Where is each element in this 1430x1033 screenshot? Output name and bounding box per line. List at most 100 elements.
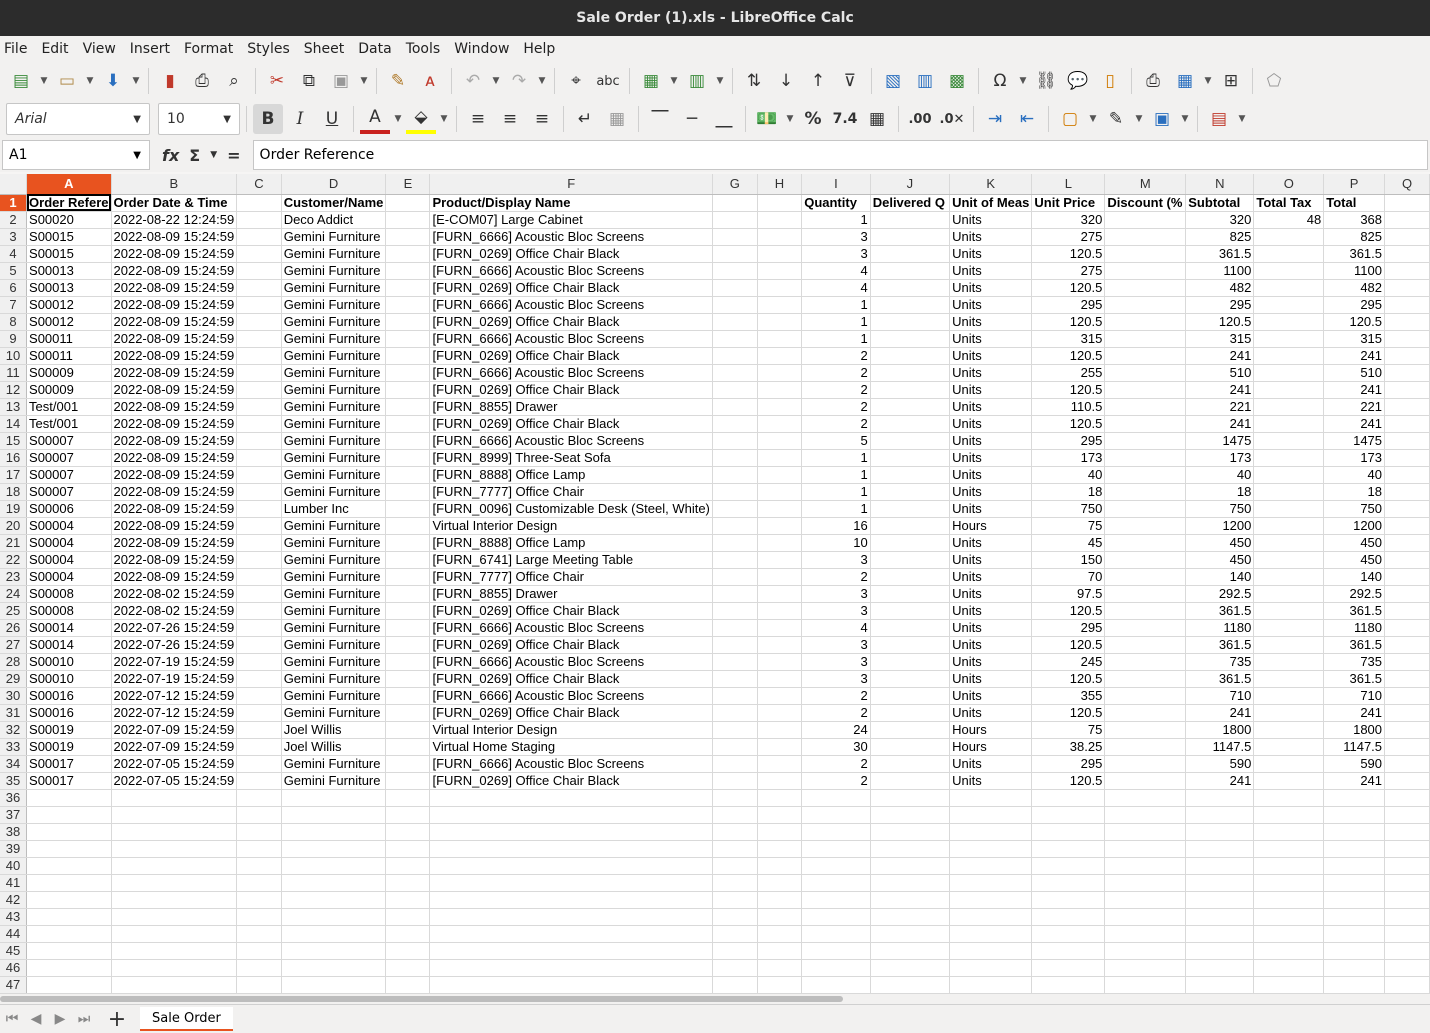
cell[interactable] [712,755,758,773]
cell[interactable]: 221 [1323,398,1386,416]
cell[interactable] [1323,908,1386,926]
cell[interactable]: Units [949,381,1033,399]
number-format-icon[interactable]: 7.4 [830,104,860,134]
cell[interactable] [757,874,803,892]
row-header[interactable]: 24 [0,585,28,603]
cell[interactable] [1104,364,1187,382]
cell[interactable] [385,755,431,773]
cell[interactable] [1104,772,1187,790]
cell[interactable] [757,296,803,314]
cell[interactable] [712,619,758,637]
cell[interactable] [1253,806,1325,824]
row-header[interactable]: 41 [0,874,28,892]
cell[interactable] [236,228,282,246]
cell[interactable]: 320 [1185,211,1255,229]
cell[interactable] [1253,313,1325,331]
cell[interactable] [1031,976,1106,994]
cell[interactable] [281,806,387,824]
cell[interactable] [429,959,713,977]
cell[interactable] [712,687,758,705]
cell[interactable] [236,211,282,229]
borders-dropdown-icon[interactable]: ▼ [1087,104,1099,134]
cell[interactable]: 2 [801,755,871,773]
cell[interactable] [1253,585,1325,603]
column-header-a[interactable]: A [26,174,112,195]
cell[interactable]: 120.5 [1031,381,1106,399]
align-center-icon[interactable]: ≡ [495,104,525,134]
column-dropdown-icon[interactable]: ▼ [714,66,726,96]
cell[interactable]: 315 [1031,330,1106,348]
cell[interactable] [1104,466,1187,484]
cell[interactable] [757,330,803,348]
cell[interactable] [870,636,951,654]
new-dropdown-icon[interactable]: ▼ [38,66,50,96]
cell[interactable] [385,925,431,943]
row-header[interactable]: 8 [0,313,28,331]
cell[interactable]: S00008 [26,602,112,620]
cell[interactable]: 2022-08-09 15:24:59 [111,330,238,348]
column-header-f[interactable]: F [429,174,713,195]
cell[interactable] [712,840,758,858]
header-cell[interactable]: Total [1323,194,1386,212]
header-cell[interactable]: Total Tax [1253,194,1325,212]
cell[interactable]: 2 [801,568,871,586]
cell[interactable] [1384,823,1430,841]
menu-help[interactable]: Help [523,41,563,57]
header-cell[interactable] [757,194,803,212]
cell[interactable] [757,840,803,858]
cell[interactable]: 97.5 [1031,585,1106,603]
cell[interactable]: 1 [801,330,871,348]
cell[interactable] [1253,721,1325,739]
cell[interactable]: [FURN_6741] Large Meeting Table [429,551,713,569]
cell[interactable] [1384,857,1430,875]
cell[interactable] [236,789,282,807]
cell[interactable] [236,466,282,484]
menu-data[interactable]: Data [358,41,399,57]
row-header[interactable]: 23 [0,568,28,586]
cell[interactable] [1384,500,1430,518]
cell[interactable] [385,296,431,314]
sheet-table[interactable]: A B C D E F G H I J K L M N O P Q 1 Order Refere Order Date… [0,174,1430,994]
cell[interactable] [385,772,431,790]
cell[interactable]: 241 [1323,347,1386,365]
cell[interactable]: 10 [801,534,871,552]
cell[interactable] [429,806,713,824]
cell[interactable] [870,619,951,637]
cell[interactable]: 120.5 [1031,636,1106,654]
cell[interactable] [801,959,871,977]
cell[interactable]: Units [949,670,1033,688]
column-header-n[interactable]: N [1185,174,1255,195]
cell[interactable] [1185,908,1255,926]
cell[interactable]: 173 [1323,449,1386,467]
row-header[interactable]: 39 [0,840,28,858]
cell[interactable] [1384,772,1430,790]
cell[interactable] [385,704,431,722]
cell[interactable]: Units [949,755,1033,773]
cell[interactable]: 4 [801,262,871,280]
cell[interactable]: 450 [1323,551,1386,569]
header-cell[interactable] [385,194,431,212]
cell[interactable] [236,687,282,705]
cell[interactable]: 2022-07-19 15:24:59 [111,670,238,688]
date-format-icon[interactable]: ▦ [862,104,892,134]
cell[interactable] [26,908,112,926]
cell[interactable] [385,364,431,382]
row-header[interactable]: 2 [0,211,28,229]
cell[interactable] [757,364,803,382]
formula-input[interactable]: Order Reference [252,140,1428,170]
cell[interactable] [236,398,282,416]
cell[interactable]: Virtual Home Staging [429,738,713,756]
cell[interactable] [385,568,431,586]
cell[interactable]: 30 [801,738,871,756]
cell[interactable]: S00014 [26,636,112,654]
cell[interactable]: Units [949,449,1033,467]
cell[interactable]: Units [949,364,1033,382]
cell[interactable] [712,874,758,892]
cell[interactable] [870,772,951,790]
cell[interactable]: S00015 [26,228,112,246]
cell[interactable] [1253,976,1325,994]
cell[interactable] [1104,330,1187,348]
cell[interactable]: 4 [801,279,871,297]
cell[interactable] [757,772,803,790]
cell[interactable] [870,466,951,484]
